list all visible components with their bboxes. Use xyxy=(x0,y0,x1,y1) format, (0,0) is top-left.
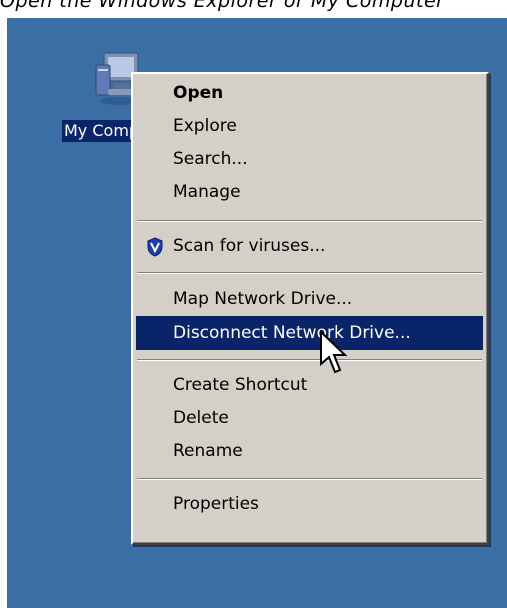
menu-item-scan-label: Scan for viruses... xyxy=(173,236,326,256)
arrow-pointer-icon xyxy=(320,330,348,374)
menu-item-properties[interactable]: Properties xyxy=(136,487,483,521)
menu-item-delete[interactable]: Delete xyxy=(136,401,483,435)
menu-item-open[interactable]: Open xyxy=(136,76,483,110)
menu-separator xyxy=(137,478,482,480)
menu-item-rename[interactable]: Rename xyxy=(136,434,483,468)
menu-separator xyxy=(137,220,482,222)
menu-item-manage[interactable]: Manage xyxy=(136,175,483,209)
menu-item-disconnect-network-drive[interactable]: Disconnect Network Drive... xyxy=(136,316,483,350)
caption-text: Open the Windows Explorer or My Computer xyxy=(0,0,445,12)
menu-separator xyxy=(137,359,482,361)
menu-item-search[interactable]: Search... xyxy=(136,142,483,176)
desktop[interactable]: My Computer Open Explore Search... Manag… xyxy=(7,18,507,608)
screenshot-root: Open the Windows Explorer or My Computer… xyxy=(0,0,507,608)
menu-item-create-shortcut[interactable]: Create Shortcut xyxy=(136,368,483,402)
context-menu-frame: Open Explore Search... Manage Scan for v… xyxy=(133,74,487,543)
antivirus-shield-icon xyxy=(147,237,163,257)
menu-item-scan-for-viruses[interactable]: Scan for viruses... xyxy=(136,229,483,263)
context-menu: Open Explore Search... Manage Scan for v… xyxy=(131,72,489,545)
menu-item-map-network-drive[interactable]: Map Network Drive... xyxy=(136,282,483,316)
my-computer-desktop-icon[interactable]: My Computer xyxy=(62,48,162,160)
menu-item-explore[interactable]: Explore xyxy=(136,109,483,143)
menu-separator xyxy=(137,272,482,274)
